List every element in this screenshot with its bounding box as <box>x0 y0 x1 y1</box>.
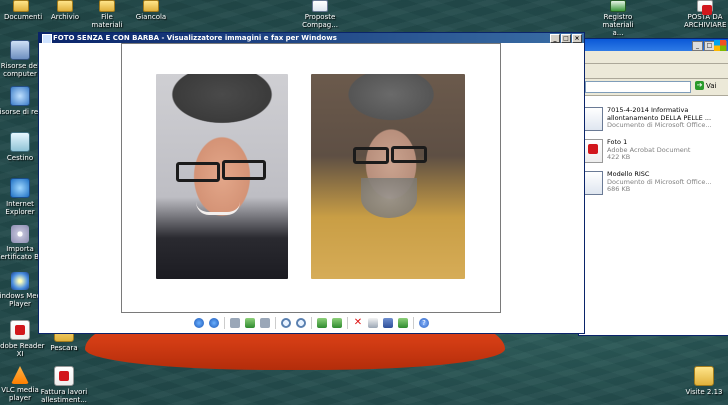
next-image-icon[interactable] <box>209 318 219 328</box>
desktop-icon-label: Visite 2.13 <box>685 388 723 396</box>
go-arrow-icon: ➔ <box>695 81 704 90</box>
folder-icon <box>57 0 73 12</box>
image-canvas <box>39 43 584 313</box>
viewer-title-bar[interactable]: FOTO SENZA E CON BARBA - Visualizzatore … <box>39 33 584 44</box>
desktop-icon-proposte[interactable]: Proposte Compag... <box>300 0 340 29</box>
photo-with-beard <box>311 74 465 279</box>
minimize-button[interactable]: _ <box>692 41 703 51</box>
media-player-icon <box>11 272 29 290</box>
best-fit-icon[interactable] <box>230 318 240 328</box>
file-size: 686 KB <box>607 185 631 193</box>
desktop-icon-label: Pescara <box>50 344 78 352</box>
toolbar-separator <box>311 317 312 329</box>
explorer-menu-bar <box>579 40 728 64</box>
ie-icon <box>10 178 30 198</box>
zoom-out-icon[interactable] <box>296 318 306 328</box>
glasses-right-lens <box>222 160 266 180</box>
folder-icon <box>694 366 714 386</box>
close-button[interactable]: × <box>572 34 582 43</box>
pdf-icon <box>10 320 30 340</box>
explorer-window: _ □ × ➔ Vai 7015-4-2014 Informativa allo… <box>578 38 728 336</box>
desktop-icon-registro[interactable]: Registro materiali a... <box>596 0 640 37</box>
desktop-icon-label: Registro materiali a... <box>602 13 634 37</box>
recycle-bin-icon <box>10 132 30 152</box>
file-item[interactable]: Modello RISC Documento di Microsoft Offi… <box>583 170 723 199</box>
folder-icon <box>13 0 29 12</box>
glasses-left-lens <box>176 162 220 182</box>
desktop-icon-documenti[interactable]: Documenti <box>4 0 43 21</box>
file-item[interactable]: Foto 1 Adobe Acrobat Document 422 KB <box>583 138 723 167</box>
glasses-right-lens <box>391 146 427 163</box>
file-size: 422 KB <box>607 153 631 161</box>
document-icon <box>312 0 328 12</box>
print-icon[interactable] <box>368 318 378 328</box>
desktop-icon-label: Giancola <box>135 13 167 21</box>
spreadsheet-icon <box>610 0 626 12</box>
go-label: Vai <box>706 81 717 90</box>
desktop-icon-label: Documenti <box>4 13 43 21</box>
save-icon[interactable] <box>383 318 393 328</box>
toolbar-separator <box>275 317 276 329</box>
actual-size-icon[interactable] <box>245 318 255 328</box>
windows-logo-icon <box>714 40 726 51</box>
previous-image-icon[interactable] <box>194 318 204 328</box>
toolbar-separator <box>224 317 225 329</box>
minimize-button[interactable]: _ <box>550 34 560 43</box>
glasses-left-lens <box>353 147 389 164</box>
explorer-title-bar[interactable]: _ □ × <box>579 39 728 51</box>
desktop-icon-label: File materiali <box>91 13 123 29</box>
photo-without-beard <box>156 74 288 279</box>
image-frame <box>121 43 501 313</box>
address-input[interactable] <box>585 81 691 93</box>
desktop-icon-visite[interactable]: Visite 2.13 <box>676 366 728 396</box>
slideshow-icon[interactable] <box>260 318 270 328</box>
desktop-icon-label: POSTA DA ARCHIVIARE <box>684 13 727 29</box>
pdf-icon <box>697 0 713 15</box>
desktop-icon-label: Archivio <box>50 13 80 21</box>
rotate-counterclockwise-icon[interactable] <box>332 318 342 328</box>
network-icon <box>10 86 30 106</box>
maximize-button[interactable]: □ <box>561 34 571 43</box>
word-document-icon <box>583 171 603 195</box>
rotate-clockwise-icon[interactable] <box>317 318 327 328</box>
computer-icon <box>10 40 30 60</box>
delete-icon[interactable]: ✕ <box>353 318 363 328</box>
desktop-icon-file-materiali[interactable]: File materiali <box>86 0 128 29</box>
window-title: FOTO SENZA E CON BARBA - Visualizzatore … <box>53 34 337 42</box>
cd-icon <box>11 225 29 243</box>
viewer-window-controls: _ □ × <box>550 34 582 43</box>
toolbar-separator <box>347 317 348 329</box>
desktop-icon-posta[interactable]: POSTA DA ARCHIVIARE <box>684 0 726 29</box>
desktop-icon-fattura[interactable]: Fattura lavori allestiment... <box>36 366 92 404</box>
desktop-icon-label: Fattura lavori allestiment... <box>40 388 88 404</box>
edit-icon[interactable] <box>398 318 408 328</box>
beard <box>361 178 417 218</box>
image-viewer-window: FOTO SENZA E CON BARBA - Visualizzatore … <box>38 32 585 334</box>
folder-icon <box>99 0 115 12</box>
desktop-icon-giancola[interactable]: Giancola <box>134 0 168 21</box>
viewer-toolbar: ✕ ? <box>39 313 584 333</box>
desktop-icon-label: Proposte Compag... <box>302 13 338 29</box>
help-icon[interactable]: ? <box>419 318 429 328</box>
explorer-toolbar <box>579 64 728 79</box>
file-item[interactable]: 7015-4-2014 Informativa allontanamento D… <box>583 106 723 135</box>
folder-icon <box>143 0 159 12</box>
desktop-icon-archivio[interactable]: Archivio <box>48 0 82 21</box>
file-name: 7015-4-2014 Informativa allontanamento D… <box>607 106 712 122</box>
file-type: Documento di Microsoft Office... <box>607 121 712 129</box>
go-button[interactable]: ➔ Vai <box>695 81 716 90</box>
word-document-icon <box>583 107 603 131</box>
pdf-icon <box>54 366 74 386</box>
pdf-icon <box>583 139 603 163</box>
toolbar-separator <box>413 317 414 329</box>
explorer-address-bar: ➔ Vai <box>579 79 728 96</box>
vlc-icon <box>11 366 29 384</box>
smile <box>196 202 240 215</box>
zoom-in-icon[interactable] <box>281 318 291 328</box>
